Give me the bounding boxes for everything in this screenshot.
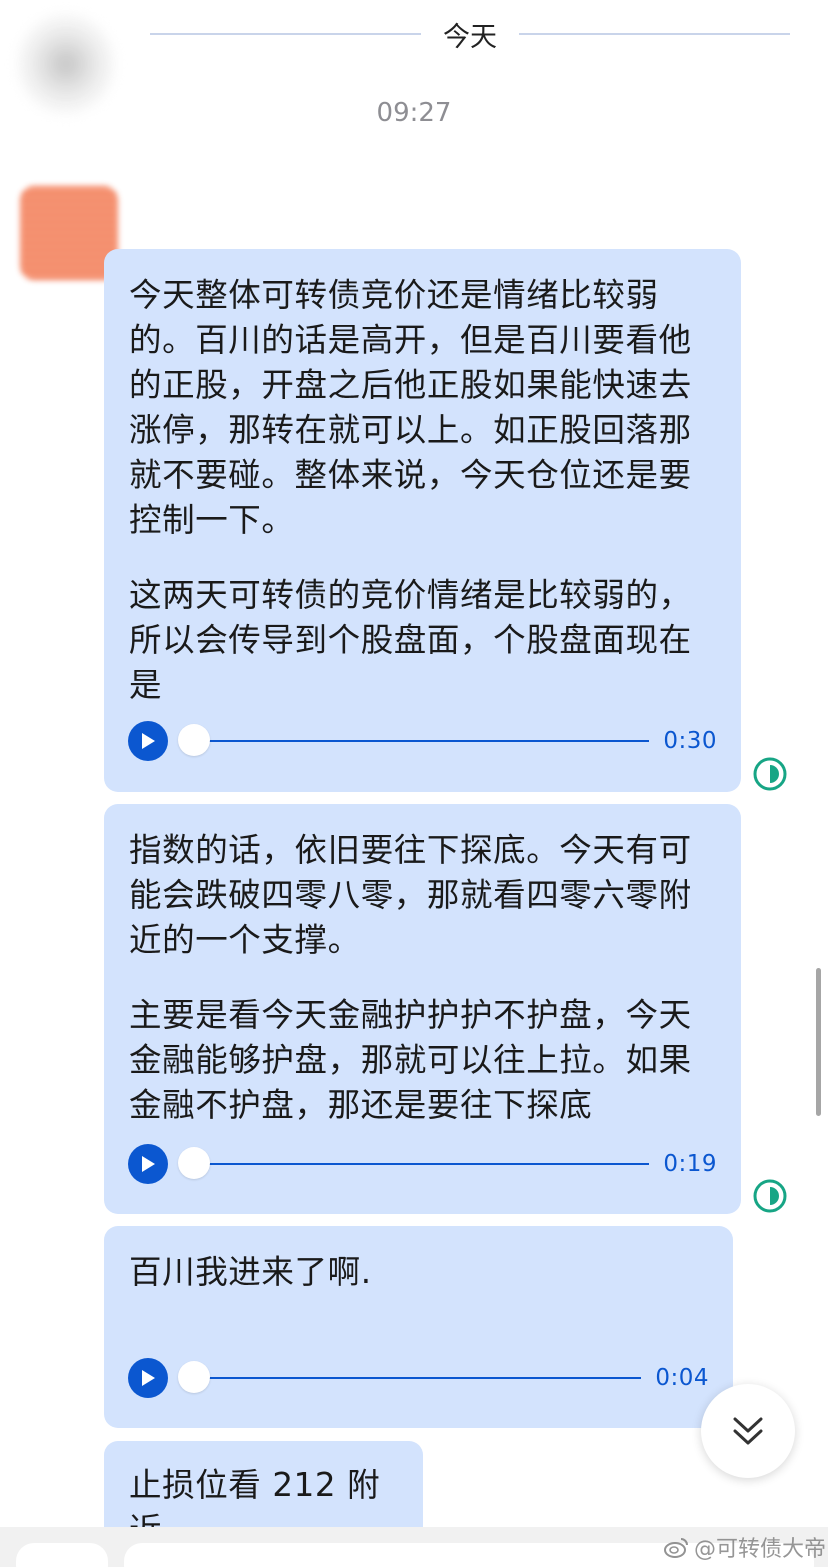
- transcript-paragraph: 指数的话，依旧要往下探底。今天有可能会跌破四零八零，那就看四零六零附近的一个支撑…: [129, 831, 692, 959]
- audio-progress-knob[interactable]: [178, 1147, 210, 1179]
- audio-player: 0:19: [128, 1144, 717, 1184]
- scroll-to-bottom-button[interactable]: [701, 1384, 795, 1478]
- audio-duration: 0:04: [655, 1365, 709, 1391]
- day-divider-label: 今天: [443, 21, 497, 53]
- play-icon: [142, 1370, 155, 1386]
- audio-progress-track[interactable]: [178, 1361, 642, 1393]
- audio-progress-knob[interactable]: [178, 1361, 210, 1393]
- play-button[interactable]: [128, 1358, 168, 1398]
- voice-message-bubble[interactable]: 百川我进来了啊. 0:04: [104, 1226, 733, 1428]
- double-chevron-down-icon: [733, 1417, 763, 1445]
- audio-progress-knob[interactable]: [178, 724, 210, 756]
- audio-progress-track[interactable]: [178, 1147, 650, 1179]
- transcript-paragraph: 今天整体可转债竞价还是情绪比较弱的。百川的话是高开，但是百川要看他的正股，开盘之…: [129, 276, 692, 539]
- divider-line-right: [519, 33, 790, 35]
- message-timestamp: 09:27: [376, 98, 452, 128]
- text-message-bubble[interactable]: 止损位看 212 附近: [104, 1441, 423, 1549]
- voice-message-bubble[interactable]: 指数的话，依旧要往下探底。今天有可能会跌破四零八零，那就看四零六零附近的一个支撑…: [104, 804, 741, 1214]
- voice-message-bubble[interactable]: 今天整体可转债竞价还是情绪比较弱的。百川的话是高开，但是百川要看他的正股，开盘之…: [104, 249, 741, 792]
- input-bar-left-button[interactable]: [16, 1543, 108, 1567]
- transcript-paragraph: 百川我进来了啊.: [129, 1253, 372, 1291]
- day-divider: 今天: [150, 14, 790, 54]
- watermark-text: @可转债大帝: [694, 1537, 827, 1562]
- weibo-logo-icon: [664, 1538, 688, 1558]
- scrollbar[interactable]: [816, 968, 821, 1116]
- divider-line-left: [150, 33, 421, 35]
- audio-duration: 0:19: [663, 1151, 717, 1177]
- transcript-paragraph: 这两天可转债的竞价情绪是比较弱的，所以会传导到个股盘面，个股盘面现在是: [129, 576, 692, 704]
- audio-player: 0:04: [128, 1358, 709, 1398]
- chat-screen: 今天 09:27 今天整体可转债竞价还是情绪比较弱的。百川的话是高开，但是百川要…: [0, 0, 828, 1567]
- transcript-paragraph: 主要是看今天金融护护护不护盘，今天金融能够护盘，那就可以往上拉。如果金融不护盘，…: [129, 996, 692, 1124]
- watermark: @可转债大帝: [664, 1530, 826, 1564]
- audio-progress-track[interactable]: [178, 724, 650, 756]
- play-button[interactable]: [128, 721, 168, 761]
- play-icon: [142, 733, 155, 749]
- play-button[interactable]: [128, 1144, 168, 1184]
- play-icon: [142, 1156, 155, 1172]
- audio-duration: 0:30: [663, 728, 717, 754]
- audio-player: 0:30: [128, 721, 717, 761]
- half-circle-status-icon[interactable]: [752, 1178, 788, 1214]
- half-circle-status-icon[interactable]: [752, 756, 788, 792]
